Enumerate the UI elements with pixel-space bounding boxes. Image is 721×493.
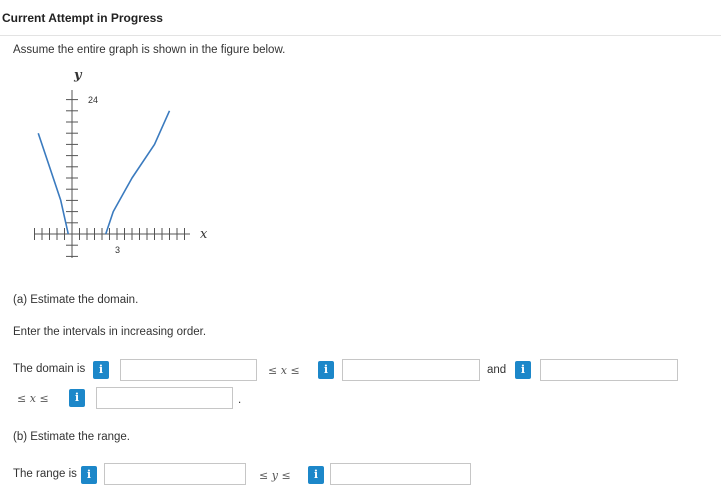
range-upper-input[interactable]: [330, 463, 471, 485]
period: .: [238, 394, 242, 406]
domain-interval1-upper-input[interactable]: [342, 359, 480, 381]
part-b-label: (b) Estimate the range.: [13, 431, 130, 443]
info-icon[interactable]: i: [93, 361, 109, 379]
domain-lead-label: The domain is: [13, 363, 86, 375]
and-label: and: [487, 364, 507, 376]
range-lower-input[interactable]: [104, 463, 246, 485]
y-tick-label-24: 24: [88, 95, 98, 105]
part-a-instruction: Enter the intervals in increasing order.: [13, 326, 207, 338]
range-inequality: ≤ y ≤: [259, 469, 291, 482]
page-title: Current Attempt in Progress: [2, 11, 163, 25]
part-a-label: (a) Estimate the domain.: [13, 294, 139, 306]
domain-interval2-lower-input[interactable]: [540, 359, 678, 381]
function-graph: y x 24 -3 3: [34, 68, 208, 258]
x-axis-label: x: [200, 227, 208, 242]
y-axis-label: y: [73, 68, 83, 83]
info-icon[interactable]: i: [81, 466, 97, 484]
domain-inequality-1: ≤ x ≤: [268, 364, 300, 377]
info-icon[interactable]: i: [308, 466, 324, 484]
graph-curves: [37, 110, 171, 235]
curve-right-branch: [104, 110, 171, 235]
domain-interval2-upper-input[interactable]: [96, 387, 233, 409]
info-icon[interactable]: i: [515, 361, 531, 379]
graph-ticks: [34, 99, 185, 257]
domain-inequality-2: ≤ x ≤: [17, 392, 49, 405]
domain-interval1-lower-input[interactable]: [120, 359, 257, 381]
info-icon[interactable]: i: [318, 361, 334, 379]
header-bar: Current Attempt in Progress: [0, 0, 721, 36]
question-prompt: Assume the entire graph is shown in the …: [13, 44, 286, 56]
range-lead-label: The range is: [13, 468, 77, 480]
info-icon[interactable]: i: [69, 389, 85, 407]
x-tick-label-3: 3: [115, 245, 120, 255]
curve-left-branch: [37, 132, 70, 235]
